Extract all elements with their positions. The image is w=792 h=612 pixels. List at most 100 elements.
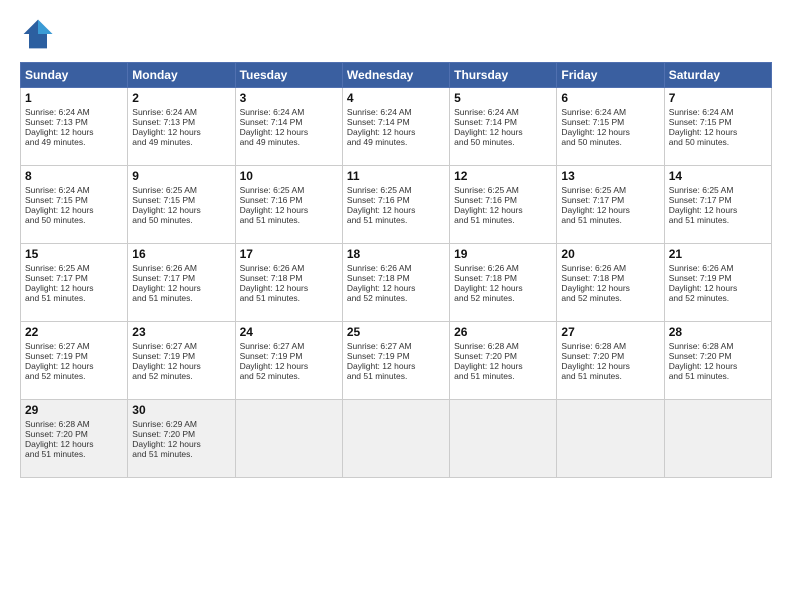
calendar-header: SundayMondayTuesdayWednesdayThursdayFrid… bbox=[21, 63, 772, 88]
day-info: and 51 minutes. bbox=[132, 293, 230, 303]
day-info: and 52 minutes. bbox=[347, 293, 445, 303]
day-info: Sunrise: 6:27 AM bbox=[25, 341, 123, 351]
day-info: and 50 minutes. bbox=[25, 215, 123, 225]
day-info: Sunrise: 6:24 AM bbox=[240, 107, 338, 117]
header-cell-friday: Friday bbox=[557, 63, 664, 88]
day-number: 19 bbox=[454, 247, 552, 261]
day-info: and 52 minutes. bbox=[25, 371, 123, 381]
day-info: Daylight: 12 hours bbox=[25, 205, 123, 215]
day-info: and 51 minutes. bbox=[669, 371, 767, 381]
logo-icon bbox=[20, 16, 56, 52]
day-number: 25 bbox=[347, 325, 445, 339]
header-cell-wednesday: Wednesday bbox=[342, 63, 449, 88]
day-number: 23 bbox=[132, 325, 230, 339]
day-number: 15 bbox=[25, 247, 123, 261]
day-info: Daylight: 12 hours bbox=[561, 283, 659, 293]
day-cell: 19Sunrise: 6:26 AMSunset: 7:18 PMDayligh… bbox=[450, 244, 557, 322]
day-cell: 25Sunrise: 6:27 AMSunset: 7:19 PMDayligh… bbox=[342, 322, 449, 400]
day-info: Daylight: 12 hours bbox=[25, 127, 123, 137]
week-row-2: 8Sunrise: 6:24 AMSunset: 7:15 PMDaylight… bbox=[21, 166, 772, 244]
header-cell-sunday: Sunday bbox=[21, 63, 128, 88]
week-row-3: 15Sunrise: 6:25 AMSunset: 7:17 PMDayligh… bbox=[21, 244, 772, 322]
day-number: 26 bbox=[454, 325, 552, 339]
week-row-5: 29Sunrise: 6:28 AMSunset: 7:20 PMDayligh… bbox=[21, 400, 772, 478]
day-info: and 50 minutes. bbox=[561, 137, 659, 147]
day-info: Sunrise: 6:28 AM bbox=[669, 341, 767, 351]
day-number: 8 bbox=[25, 169, 123, 183]
day-info: Sunrise: 6:24 AM bbox=[669, 107, 767, 117]
day-info: Daylight: 12 hours bbox=[561, 205, 659, 215]
day-cell bbox=[557, 400, 664, 478]
day-info: Sunrise: 6:28 AM bbox=[561, 341, 659, 351]
day-number: 22 bbox=[25, 325, 123, 339]
day-info: Sunset: 7:14 PM bbox=[240, 117, 338, 127]
calendar-body: 1Sunrise: 6:24 AMSunset: 7:13 PMDaylight… bbox=[21, 88, 772, 478]
day-number: 6 bbox=[561, 91, 659, 105]
day-number: 7 bbox=[669, 91, 767, 105]
day-info: and 52 minutes. bbox=[132, 371, 230, 381]
day-number: 10 bbox=[240, 169, 338, 183]
day-info: and 51 minutes. bbox=[240, 293, 338, 303]
day-info: Sunset: 7:14 PM bbox=[454, 117, 552, 127]
day-info: Sunrise: 6:28 AM bbox=[25, 419, 123, 429]
day-info: Daylight: 12 hours bbox=[454, 283, 552, 293]
day-info: Sunset: 7:17 PM bbox=[561, 195, 659, 205]
day-info: and 51 minutes. bbox=[25, 293, 123, 303]
day-info: Sunrise: 6:24 AM bbox=[25, 185, 123, 195]
day-info: Daylight: 12 hours bbox=[25, 283, 123, 293]
day-info: Sunset: 7:19 PM bbox=[25, 351, 123, 361]
header-cell-monday: Monday bbox=[128, 63, 235, 88]
day-number: 12 bbox=[454, 169, 552, 183]
day-number: 13 bbox=[561, 169, 659, 183]
day-number: 27 bbox=[561, 325, 659, 339]
day-info: Sunset: 7:13 PM bbox=[25, 117, 123, 127]
day-cell bbox=[664, 400, 771, 478]
day-info: Sunrise: 6:25 AM bbox=[132, 185, 230, 195]
day-cell: 22Sunrise: 6:27 AMSunset: 7:19 PMDayligh… bbox=[21, 322, 128, 400]
day-info: Sunrise: 6:26 AM bbox=[347, 263, 445, 273]
day-cell: 28Sunrise: 6:28 AMSunset: 7:20 PMDayligh… bbox=[664, 322, 771, 400]
day-info: Sunrise: 6:26 AM bbox=[669, 263, 767, 273]
day-info: Sunrise: 6:28 AM bbox=[454, 341, 552, 351]
day-info: Daylight: 12 hours bbox=[561, 361, 659, 371]
day-number: 21 bbox=[669, 247, 767, 261]
day-cell: 13Sunrise: 6:25 AMSunset: 7:17 PMDayligh… bbox=[557, 166, 664, 244]
day-number: 29 bbox=[25, 403, 123, 417]
day-info: and 49 minutes. bbox=[25, 137, 123, 147]
day-info: Sunrise: 6:27 AM bbox=[132, 341, 230, 351]
day-info: Sunset: 7:17 PM bbox=[132, 273, 230, 283]
day-info: Sunset: 7:18 PM bbox=[347, 273, 445, 283]
day-cell: 10Sunrise: 6:25 AMSunset: 7:16 PMDayligh… bbox=[235, 166, 342, 244]
day-cell: 5Sunrise: 6:24 AMSunset: 7:14 PMDaylight… bbox=[450, 88, 557, 166]
day-info: Sunset: 7:15 PM bbox=[669, 117, 767, 127]
day-number: 4 bbox=[347, 91, 445, 105]
day-number: 1 bbox=[25, 91, 123, 105]
day-info: and 51 minutes. bbox=[669, 215, 767, 225]
day-number: 2 bbox=[132, 91, 230, 105]
day-info: and 52 minutes. bbox=[240, 371, 338, 381]
day-info: Sunset: 7:20 PM bbox=[561, 351, 659, 361]
day-info: Daylight: 12 hours bbox=[454, 205, 552, 215]
day-info: Sunset: 7:19 PM bbox=[240, 351, 338, 361]
week-row-1: 1Sunrise: 6:24 AMSunset: 7:13 PMDaylight… bbox=[21, 88, 772, 166]
day-number: 18 bbox=[347, 247, 445, 261]
day-cell: 24Sunrise: 6:27 AMSunset: 7:19 PMDayligh… bbox=[235, 322, 342, 400]
week-row-4: 22Sunrise: 6:27 AMSunset: 7:19 PMDayligh… bbox=[21, 322, 772, 400]
day-info: Daylight: 12 hours bbox=[454, 361, 552, 371]
day-info: and 50 minutes. bbox=[669, 137, 767, 147]
day-number: 16 bbox=[132, 247, 230, 261]
day-info: Sunrise: 6:25 AM bbox=[669, 185, 767, 195]
day-info: Daylight: 12 hours bbox=[561, 127, 659, 137]
day-info: Sunrise: 6:24 AM bbox=[561, 107, 659, 117]
day-info: Sunset: 7:18 PM bbox=[454, 273, 552, 283]
day-info: Daylight: 12 hours bbox=[132, 205, 230, 215]
day-number: 17 bbox=[240, 247, 338, 261]
header-row: SundayMondayTuesdayWednesdayThursdayFrid… bbox=[21, 63, 772, 88]
day-info: Daylight: 12 hours bbox=[454, 127, 552, 137]
day-info: and 52 minutes. bbox=[669, 293, 767, 303]
day-info: Sunrise: 6:25 AM bbox=[454, 185, 552, 195]
day-info: and 51 minutes. bbox=[347, 371, 445, 381]
day-info: Sunrise: 6:26 AM bbox=[132, 263, 230, 273]
day-cell: 18Sunrise: 6:26 AMSunset: 7:18 PMDayligh… bbox=[342, 244, 449, 322]
day-info: and 51 minutes. bbox=[561, 371, 659, 381]
